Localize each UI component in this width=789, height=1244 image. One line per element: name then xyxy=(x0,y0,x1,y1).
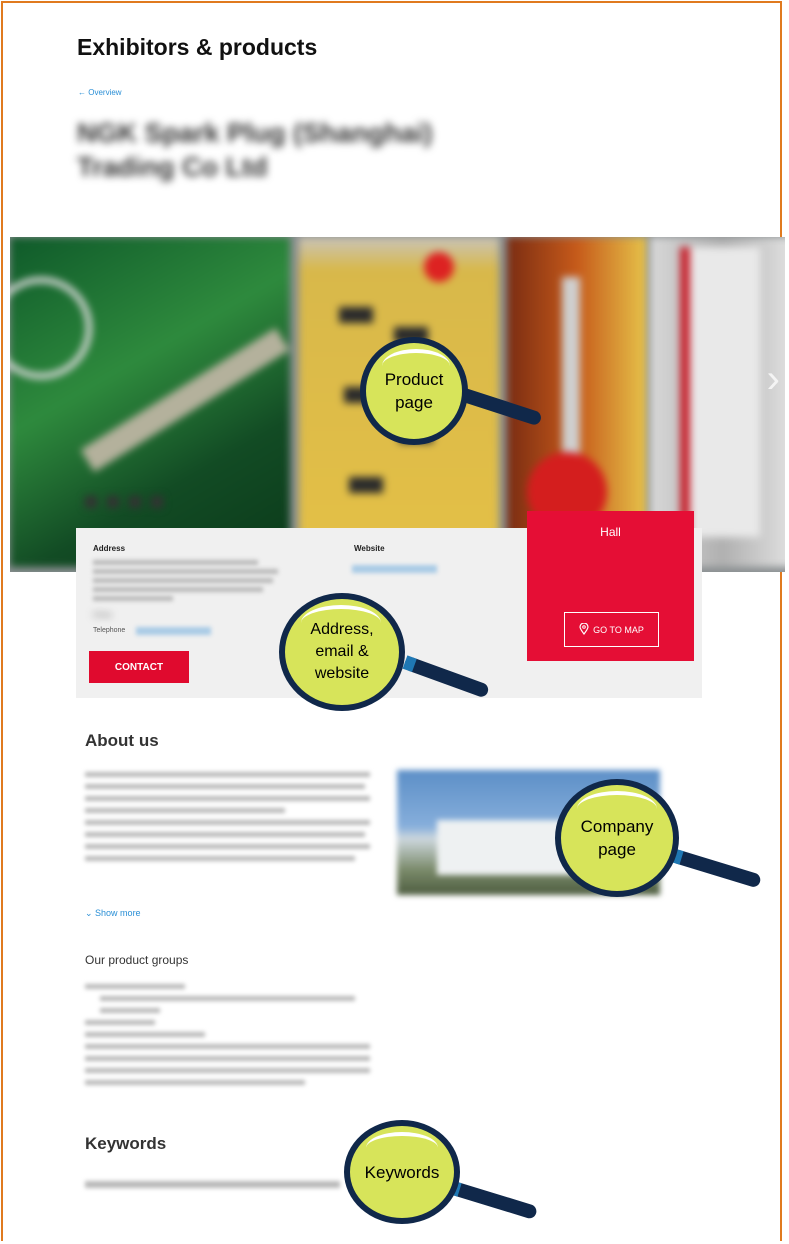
arrow-left-icon: ← xyxy=(78,88,89,97)
hall-title: Hall xyxy=(600,525,621,539)
website-link[interactable] xyxy=(352,565,437,573)
carousel-thumbnails[interactable] xyxy=(85,495,173,513)
back-link[interactable]: ← Overview xyxy=(78,88,122,97)
company-name: NGK Spark Plug (Shanghai) Trading Co Ltd xyxy=(77,118,433,182)
telephone-link[interactable] xyxy=(136,627,211,635)
page-title: Exhibitors & products xyxy=(77,34,318,60)
go-to-map-label: GO TO MAP xyxy=(593,624,644,635)
product-groups-title: Our product groups xyxy=(85,953,189,967)
show-more-label: Show more xyxy=(95,908,141,918)
address-country: China xyxy=(93,612,112,619)
contact-button[interactable]: CONTACT xyxy=(89,651,189,683)
show-more-link[interactable]: ⌄ Show more xyxy=(85,908,141,919)
address-label: Address xyxy=(93,544,126,553)
go-to-map-button[interactable]: GO TO MAP xyxy=(564,612,659,647)
telephone-label: Telephone xyxy=(93,627,126,634)
back-link-label: Overview xyxy=(88,88,122,97)
chevron-down-icon: ⌄ xyxy=(85,908,96,918)
website-label: Website xyxy=(354,544,385,553)
hall-panel: Hall GO TO MAP xyxy=(527,511,694,661)
about-heading: About us xyxy=(85,731,159,750)
chevron-right-icon[interactable]: › xyxy=(767,357,780,402)
keywords-heading: Keywords xyxy=(85,1134,167,1153)
product-image[interactable] xyxy=(10,237,290,567)
keywords-list xyxy=(85,1181,340,1188)
map-pin-icon xyxy=(579,621,589,637)
